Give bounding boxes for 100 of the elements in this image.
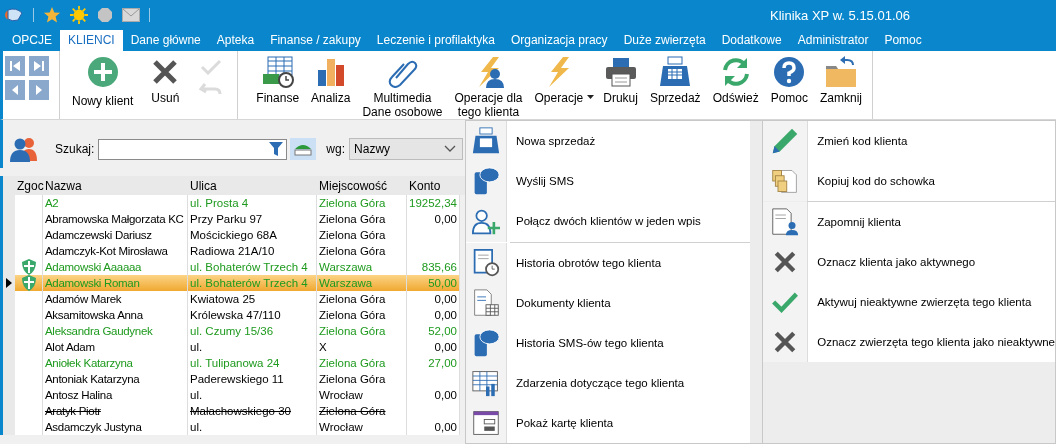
table-cell: 0,00 [407,211,460,227]
table-cell: Zielona Góra [317,323,407,339]
table-cell: Zielona Góra [317,243,407,259]
ribbon-button[interactable]: Usuń [141,51,190,119]
menu-item[interactable]: Zdarzenia dotyczące tego klienta [466,363,751,403]
column-header[interactable]: Zgoc [15,178,43,193]
star-icon[interactable] [43,6,61,24]
skip-back-icon [9,60,21,72]
table-cell: Aratyk Piotr [43,403,188,419]
table-cell: Zielona Góra [317,355,407,371]
ribbon-tab[interactable]: Organizacja pracy [502,30,616,51]
menu-item[interactable]: Zapomnij klienta [763,202,1055,242]
menu-item[interactable]: Nowa sprzedaż [466,121,751,161]
menu-item[interactable]: Połącz dwóch klientów w jeden wpis [466,201,751,241]
skip-forward-icon [33,60,45,72]
people-plus-icon [472,207,500,235]
document-person-icon [771,208,800,236]
table-cell: Aksamitowska Anna [43,307,188,323]
last-record-button[interactable] [29,56,49,76]
ribbon-button[interactable]: Operacje dla tego klienta [448,51,529,119]
table-cell: Kwiatowa 25 [188,291,317,307]
menu-item[interactable]: Oznacz klienta jako aktywnego [763,242,1055,282]
phone-sms-icon [472,329,500,357]
ribbon-tab[interactable]: Dodatkowe [713,30,790,51]
table-cell: Warszawa [317,275,407,291]
scale-button[interactable] [290,138,317,160]
ribbon-tab[interactable]: Dane główne [122,30,209,51]
table-money-clock-icon [261,56,294,88]
table-cell: Aleksandra Gaudynek [43,323,188,339]
ribbon-button[interactable]: Pomoc [764,51,814,119]
search-field[interactable] [98,138,288,160]
menu-item[interactable]: Zmień kod klienta [763,121,1055,161]
ribbon-button[interactable]: Analiza [305,51,357,119]
ribbon-tab[interactable]: Pomoc [876,30,930,51]
menu-item[interactable]: Dokumenty klienta [466,283,751,323]
table-cell: Przy Parku 97 [188,211,317,227]
ribbon-button[interactable]: Odśwież [706,51,765,119]
table-cell: X [317,339,407,355]
plus-circle-icon [86,56,119,88]
column-header[interactable]: Konto [407,178,460,193]
table-cell: Zielona Góra [317,291,407,307]
ribbon-tab[interactable]: OPCJE [4,30,60,51]
window-title: Klinika XP w. 5.15.01.06 [770,7,910,23]
table-cell: A2 [43,195,188,211]
ribbon-tab[interactable]: Leczenie i profilaktyka [368,30,503,51]
table-cell: Zielona Góra [317,403,407,419]
menu-item[interactable]: Aktywuj nieaktywne zwierzęta tego klienta [763,282,1055,322]
sun-icon[interactable] [70,6,88,24]
envelope-icon[interactable] [122,8,140,22]
document-table-icon [472,289,500,317]
next-record-button[interactable] [29,80,49,100]
app-logo-icon[interactable] [4,7,24,23]
ribbon-tab[interactable]: Administrator [789,30,877,51]
pencil-icon [771,127,800,155]
first-record-button[interactable] [5,56,25,76]
ribbon-button[interactable]: Operacje [528,51,598,119]
card-icon [472,409,500,437]
table-cell: ul. Czumy 15/36 [188,323,317,339]
column-header[interactable]: Ulica [188,178,317,193]
ribbon-tab[interactable]: Finanse / zakupy [262,30,369,51]
ribbon-tab[interactable]: Apteka [208,30,263,51]
copy-documents-icon [771,167,800,195]
table-cell: 835,66 [407,259,460,275]
table-cell: ul. [188,387,317,403]
caret-icon[interactable] [587,95,595,99]
column-header[interactable]: Nazwa [43,178,188,193]
cash-register-icon [659,56,692,88]
table-cell: Radiowa 21A/10 [188,243,317,259]
menu-item[interactable]: Kopiuj kod do schowka [763,161,1055,201]
search-by-label: wg: [326,142,346,156]
menu-item[interactable]: Oznacz zwierzęta tego klienta jako nieaktywne [763,322,1055,362]
chevron-down-icon[interactable] [444,145,457,153]
folder-arrow-icon [825,56,857,88]
help-icon [773,56,806,88]
ribbon-tab[interactable]: KLIENCI [60,30,123,51]
search-label: Szukaj: [55,142,95,156]
column-header[interactable]: Miejscowość [317,178,407,193]
table-cell: Zielona Góra [317,371,407,387]
search-by-dropdown[interactable]: Nazwy [349,138,464,160]
ribbon-button[interactable]: Drukuj [597,51,644,119]
octagon-icon[interactable] [97,7,113,23]
table-cell: 52,00 [407,323,460,339]
ribbon-button[interactable]: Sprzedaż [643,51,707,119]
previous-record-button[interactable] [5,80,25,100]
menu-item[interactable]: Pokaż kartę klienta [466,403,751,443]
table-cell: Królewska 47/110 [188,307,317,323]
menu-item[interactable]: Wyślij SMS [466,161,751,201]
table-cell: Adamowski Roman [43,275,188,291]
ribbon-button[interactable]: Zamknij [814,51,868,119]
ribbon-button[interactable]: Finanse [250,51,306,119]
ribbon-tab[interactable]: Duże zwierzęta [615,30,714,51]
menu-item[interactable]: Historia obrotów tego klienta [466,243,751,283]
table-cell: Zielona Góra [317,227,407,243]
table-cell: Abramowska Małgorzata KC [43,211,188,227]
checkmark-icon [199,59,224,75]
menu-item[interactable]: Historia SMS-ów tego klienta [466,323,751,363]
filter-icon[interactable] [268,141,285,157]
table-cell: 19252,34 [407,195,460,211]
ribbon-button[interactable]: Multimedia Dane osobowe [356,51,449,119]
ribbon-button[interactable]: Nowy klient [64,51,142,119]
